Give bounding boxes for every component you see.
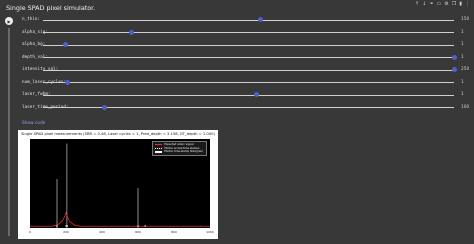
slider-row: intensity_val: 250 <box>0 66 474 74</box>
x-tick-label: 600 <box>135 230 141 234</box>
slider-track[interactable] <box>43 32 454 34</box>
slider-label: alpha_bg: <box>22 42 46 47</box>
x-tick-label: 200 <box>63 230 69 234</box>
legend-swatch-white-dot <box>155 147 163 149</box>
slider-thumb[interactable] <box>451 54 457 60</box>
slider-thumb[interactable] <box>128 29 134 35</box>
slider-value: 1 <box>461 42 464 47</box>
x-tick-label: 0 <box>29 230 31 234</box>
link-icon[interactable]: ⚭ <box>429 1 433 8</box>
slider-track[interactable] <box>43 69 454 71</box>
slider-track[interactable] <box>43 94 454 96</box>
slider-thumb[interactable] <box>65 79 71 85</box>
timestamp-point <box>56 225 58 227</box>
slider-track[interactable] <box>43 57 454 59</box>
plot-axes: Expected return signal Photon arrival ti… <box>30 139 210 228</box>
x-tick-label: 400 <box>99 230 105 234</box>
slider-row: alpha_bg: 1 <box>0 41 474 49</box>
arrow-down-icon[interactable]: ↓ <box>422 1 426 8</box>
timestamp-point <box>137 225 139 227</box>
slider-value: 1 <box>461 79 464 85</box>
slider-track[interactable] <box>43 44 454 46</box>
slider-value: 1 <box>461 92 464 97</box>
slider-value: 1 <box>461 29 464 35</box>
legend-swatch-red <box>155 144 163 146</box>
more-icon[interactable]: ⋮ <box>465 1 470 8</box>
slider-label: n_thin: <box>22 17 41 22</box>
show-code-link[interactable]: Show code <box>22 121 45 126</box>
settings-icon[interactable]: ⚙ <box>444 1 448 8</box>
slider-track[interactable] <box>43 82 454 84</box>
slider-row: laser_time_period:100 <box>0 104 474 112</box>
copy-icon[interactable]: ❐ <box>452 1 456 8</box>
x-tick-label: 800 <box>171 230 177 234</box>
x-tick-label: 1000 <box>206 230 214 234</box>
slider-value: 100 <box>461 104 470 110</box>
legend-label: Photon time-stamp histogram <box>164 150 203 154</box>
slider-value: 150 <box>461 17 470 22</box>
slider-thumb[interactable] <box>451 67 457 73</box>
slider-value: 1 <box>461 54 464 60</box>
slider-thumb[interactable] <box>63 42 69 48</box>
slider-value: 250 <box>461 67 470 72</box>
slider-row: alpha_sig: 1 <box>0 29 474 37</box>
cell-toolbar: ↑ ↓ ⚭ ▭ ⚙ ❐ ▮ ⋮ <box>415 1 470 8</box>
timestamp-point <box>66 225 68 227</box>
slider-track[interactable] <box>43 19 454 21</box>
slider-thumb[interactable] <box>258 17 264 23</box>
slider-row: depth_val: 1 <box>0 54 474 62</box>
slider-thumb[interactable] <box>254 92 260 98</box>
timestamp-point <box>144 225 146 227</box>
legend-entry: Photon time-stamp histogram <box>155 150 203 154</box>
timestamp-point <box>65 225 67 227</box>
plot-legend: Expected return signal Photon arrival ti… <box>152 141 207 156</box>
arrow-up-icon[interactable]: ↑ <box>415 1 419 8</box>
plot-figure: Single SPAD pixel measurements (SBR = 0.… <box>18 130 218 239</box>
slider-row: laser_fwhm: 1 <box>0 91 474 99</box>
page-title: Single SPAD pixel simulator. <box>6 4 96 12</box>
slider-thumb[interactable] <box>102 104 108 110</box>
delete-icon[interactable]: ▮ <box>459 1 462 8</box>
comment-icon[interactable]: ▭ <box>437 1 442 8</box>
slider-row: num_laser_cycles:1 <box>0 79 474 87</box>
plot-title: Single SPAD pixel measurements (SBR = 0.… <box>21 132 215 136</box>
legend-swatch-white <box>155 150 163 153</box>
slider-row: n_thin: 150 <box>0 16 474 24</box>
